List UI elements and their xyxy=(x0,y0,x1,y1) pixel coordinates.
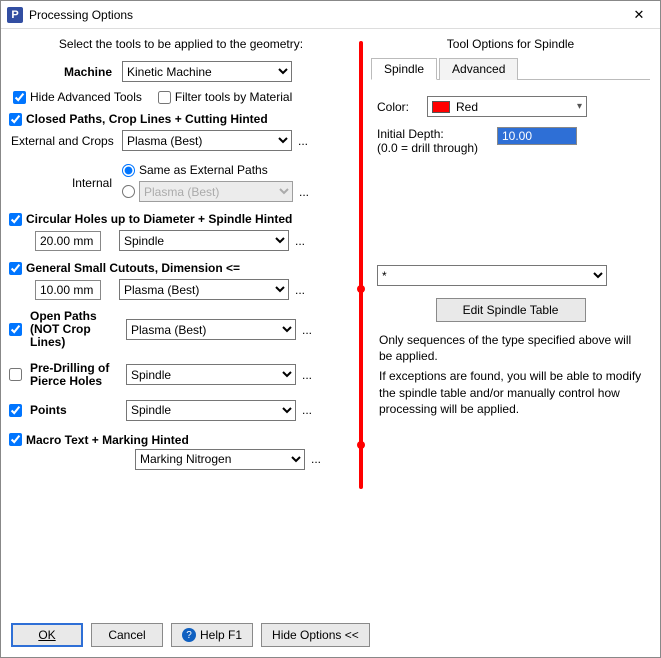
app-icon: P xyxy=(7,7,23,23)
internal-tool-select[interactable]: Plasma (Best) xyxy=(139,181,293,202)
predrill-tool-select[interactable]: Spindle xyxy=(126,364,296,385)
macrotext-tool-more-icon[interactable]: ... xyxy=(309,452,323,466)
open-paths-checkbox[interactable] xyxy=(9,323,22,336)
general-tool-select[interactable]: Plasma (Best) xyxy=(119,279,289,300)
filter-material-label: Filter tools by Material xyxy=(175,90,292,104)
tab-advanced[interactable]: Advanced xyxy=(439,58,518,80)
right-panel: Tool Options for Spindle Spindle Advance… xyxy=(367,35,654,613)
general-cutouts-checkbox[interactable] xyxy=(9,262,22,275)
circular-diameter-input[interactable] xyxy=(35,231,101,251)
button-bar: OK Cancel ? Help F1 Hide Options << xyxy=(1,617,660,657)
initial-depth-label: Initial Depth: xyxy=(377,127,497,141)
internal-same-radio[interactable] xyxy=(122,164,135,177)
divider-handle-icon[interactable] xyxy=(357,441,365,449)
open-paths-tool-select[interactable]: Plasma (Best) xyxy=(126,319,296,340)
color-swatch-icon xyxy=(432,101,450,113)
color-select[interactable]: Red ▾ xyxy=(427,96,587,117)
info-text-1: Only sequences of the type specified abo… xyxy=(379,332,642,364)
help-button[interactable]: ? Help F1 xyxy=(171,623,253,647)
tab-spindle[interactable]: Spindle xyxy=(371,58,437,80)
divider-handle-icon[interactable] xyxy=(357,285,365,293)
processing-options-window: P Processing Options ✕ Select the tools … xyxy=(0,0,661,658)
sequence-filter-select[interactable]: * xyxy=(377,265,607,286)
points-checkbox[interactable] xyxy=(9,404,22,417)
tool-options-tabs: Spindle Advanced xyxy=(371,57,650,80)
general-dimension-input[interactable] xyxy=(35,280,101,300)
ok-button[interactable]: OK xyxy=(11,623,83,647)
points-tool-select[interactable]: Spindle xyxy=(126,400,296,421)
macrotext-checkbox[interactable] xyxy=(9,433,22,446)
hide-advanced-checkbox[interactable] xyxy=(13,91,26,104)
initial-depth-sublabel: (0.0 = drill through) xyxy=(377,141,497,155)
open-paths-tool-more-icon[interactable]: ... xyxy=(300,323,314,337)
macrotext-tool-select[interactable]: Marking Nitrogen xyxy=(135,449,305,470)
help-button-label: Help F1 xyxy=(200,628,242,642)
close-icon[interactable]: ✕ xyxy=(624,7,654,23)
open-paths-label-2: (NOT Crop Lines) xyxy=(30,323,126,349)
internal-same-label: Same as External Paths xyxy=(139,163,268,177)
circular-tool-more-icon[interactable]: ... xyxy=(293,234,307,248)
hide-advanced-label: Hide Advanced Tools xyxy=(30,90,142,104)
intro-text: Select the tools to be applied to the ge… xyxy=(7,37,355,51)
predrill-tool-more-icon[interactable]: ... xyxy=(300,368,314,382)
titlebar: P Processing Options ✕ xyxy=(1,1,660,29)
initial-depth-input[interactable] xyxy=(497,127,577,145)
resize-divider[interactable] xyxy=(359,41,363,489)
closed-paths-label: Closed Paths, Crop Lines + Cutting Hinte… xyxy=(26,112,268,126)
internal-tool-more-icon[interactable]: ... xyxy=(297,185,311,199)
internal-label: Internal xyxy=(7,176,122,190)
general-tool-more-icon[interactable]: ... xyxy=(293,283,307,297)
closed-paths-checkbox[interactable] xyxy=(9,113,22,126)
machine-select[interactable]: Kinetic Machine xyxy=(122,61,292,82)
cancel-button[interactable]: Cancel xyxy=(91,623,163,647)
macrotext-label: Macro Text + Marking Hinted xyxy=(26,433,189,447)
internal-other-radio[interactable] xyxy=(122,185,135,198)
chevron-down-icon: ▾ xyxy=(577,101,582,112)
hide-options-button[interactable]: Hide Options << xyxy=(261,623,370,647)
points-tool-more-icon[interactable]: ... xyxy=(300,403,314,417)
circular-holes-label: Circular Holes up to Diameter + Spindle … xyxy=(26,212,292,226)
tool-options-title: Tool Options for Spindle xyxy=(371,37,650,51)
circular-holes-checkbox[interactable] xyxy=(9,213,22,226)
external-crops-label: External and Crops xyxy=(7,134,122,148)
general-cutouts-label: General Small Cutouts, Dimension <= xyxy=(26,261,240,275)
filter-material-checkbox[interactable] xyxy=(158,91,171,104)
machine-label: Machine xyxy=(7,65,122,79)
tab-pane-spindle: Color: Red ▾ Initial Depth: (0.0 = drill… xyxy=(371,80,650,427)
predrill-checkbox[interactable] xyxy=(9,368,22,381)
help-icon: ? xyxy=(182,628,196,642)
predrill-label-2: Pierce Holes xyxy=(30,375,126,388)
predrill-label-1: Pre-Drilling of xyxy=(30,362,126,375)
external-tool-select[interactable]: Plasma (Best) xyxy=(122,130,292,151)
edit-spindle-table-button[interactable]: Edit Spindle Table xyxy=(436,298,586,322)
color-name: Red xyxy=(456,100,478,114)
points-label: Points xyxy=(30,404,126,417)
window-title: Processing Options xyxy=(29,8,624,22)
left-panel: Select the tools to be applied to the ge… xyxy=(7,35,355,613)
circular-tool-select[interactable]: Spindle xyxy=(119,230,289,251)
color-label: Color: xyxy=(377,100,427,114)
info-text-2: If exceptions are found, you will be abl… xyxy=(379,368,642,417)
external-tool-more-icon[interactable]: ... xyxy=(296,134,310,148)
